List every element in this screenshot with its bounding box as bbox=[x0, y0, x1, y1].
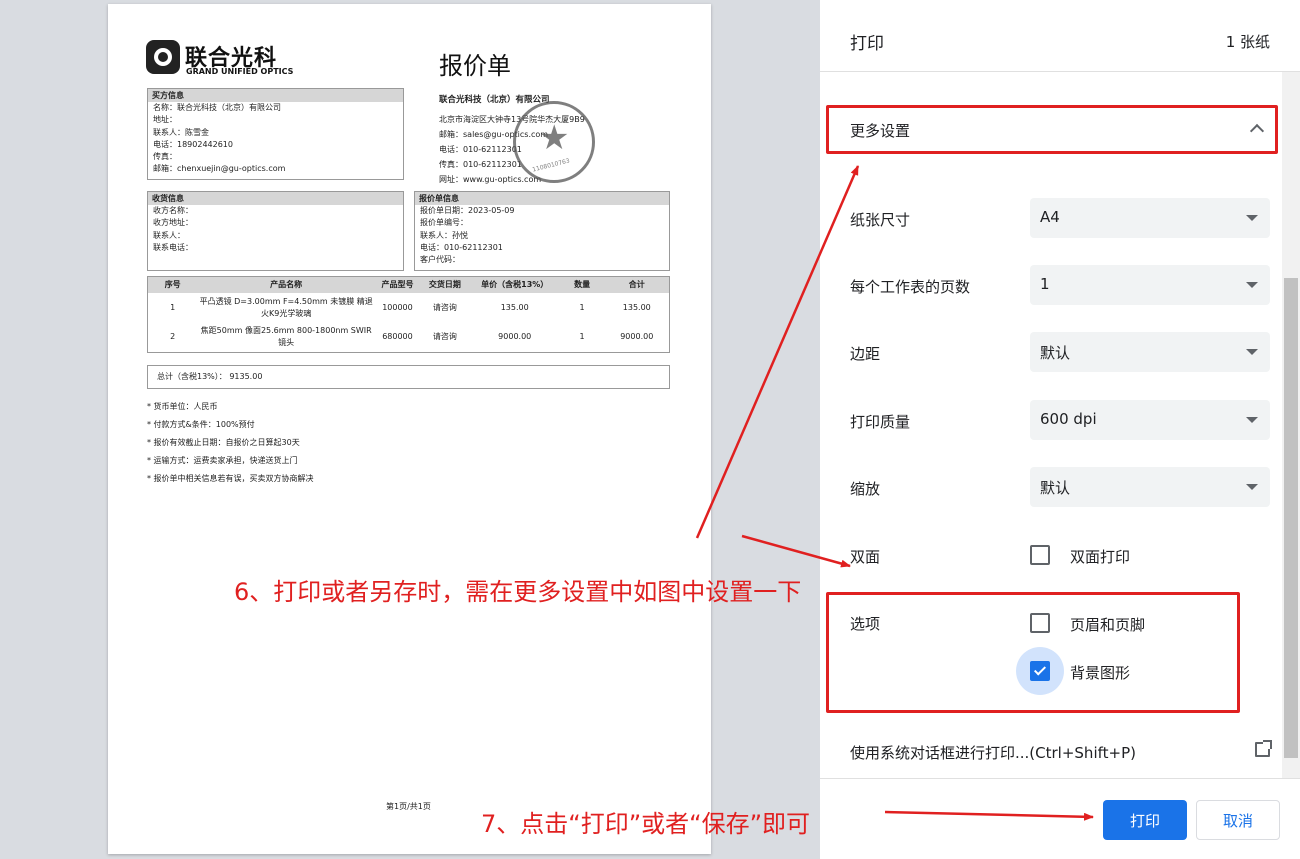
annotation-step6: 6、打印或者另存时，需在更多设置中如图中设置一下 bbox=[234, 578, 802, 606]
annotation-arrows bbox=[695, 165, 1094, 821]
arrow-to-duplex bbox=[741, 534, 851, 568]
arrow-to-print-button bbox=[884, 810, 1094, 821]
annotation-step7: 7、点击“打印”或者“保存”即可 bbox=[481, 810, 811, 838]
arrow-to-more-settings bbox=[695, 165, 860, 539]
